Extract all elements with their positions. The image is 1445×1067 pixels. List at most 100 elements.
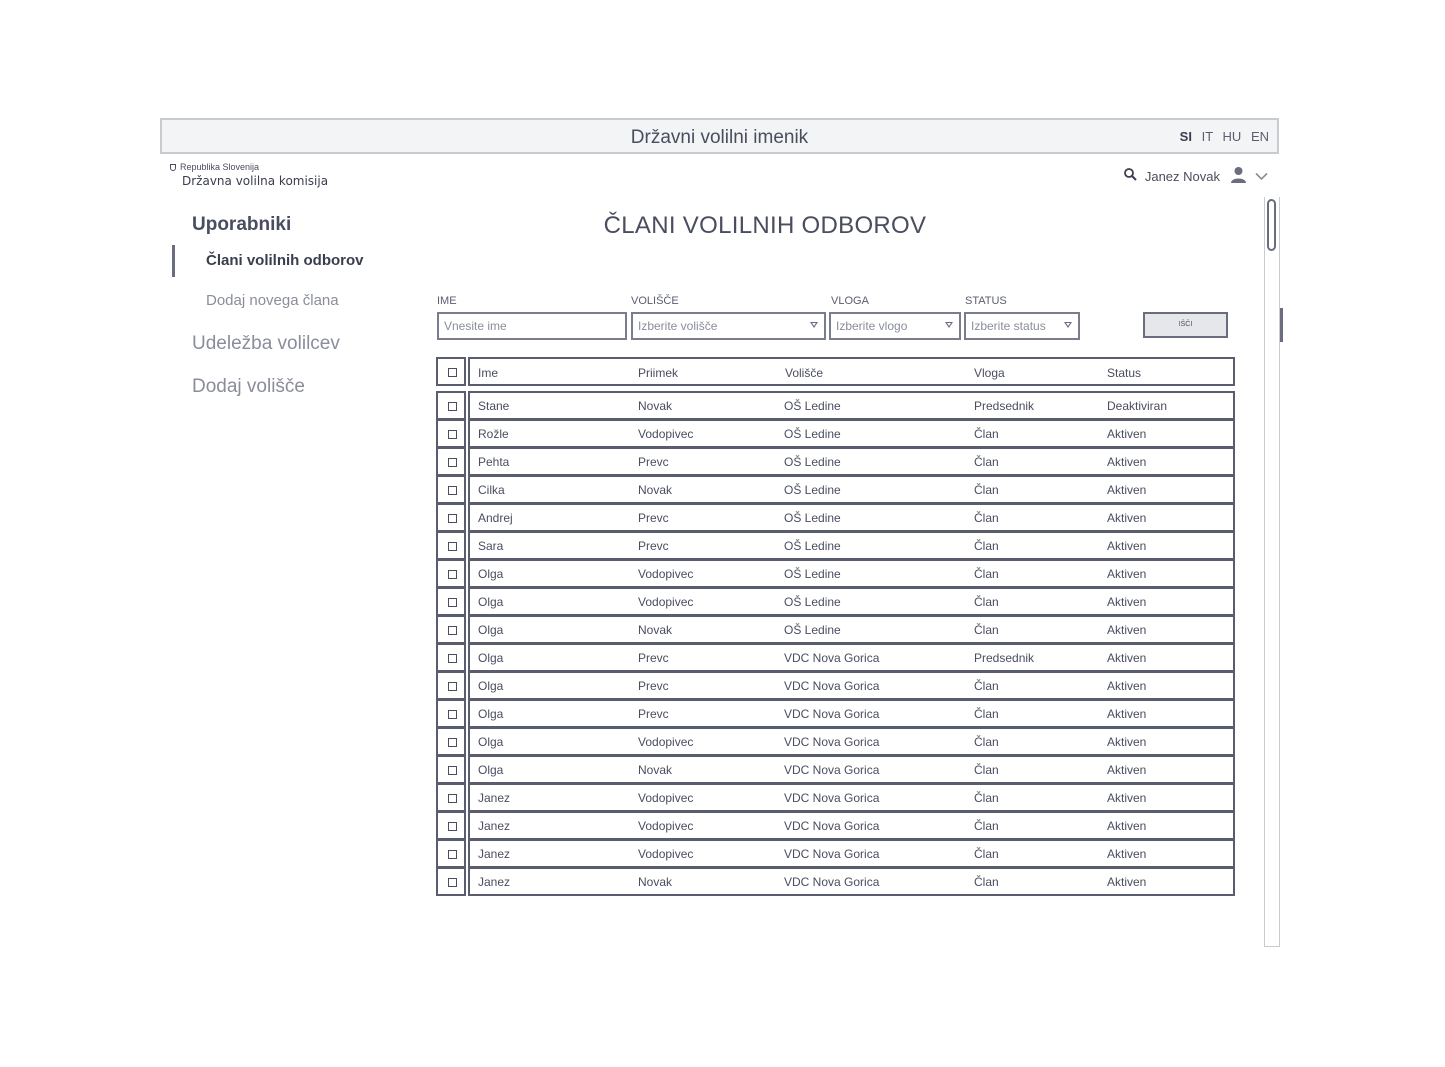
header-first-name[interactable]: Ime [478,366,498,380]
cell-first-name: Olga [478,595,504,609]
sidebar-item-committee-members[interactable]: Člani volilnih odborov [172,245,364,277]
station-select[interactable]: Izberite volišče [631,312,826,340]
lang-hu[interactable]: HU [1223,129,1242,144]
cell-station: OŠ Ledine [784,539,841,553]
header-role[interactable]: Vloga [974,366,1005,380]
row-checkbox[interactable] [448,878,457,887]
select-all-checkbox[interactable] [448,368,457,377]
row-checkbox[interactable] [448,430,457,439]
table-row[interactable]: Cilka Novak OŠ Ledine Član Aktiven [436,475,1235,504]
table-row[interactable]: Janez Novak VDC Nova Gorica Član Aktiven [436,867,1235,896]
row-checkbox[interactable] [448,402,457,411]
user-icon[interactable] [1230,166,1247,186]
table-row[interactable]: Sara Prevc OŠ Ledine Član Aktiven [436,531,1235,560]
search-icon[interactable] [1123,168,1137,184]
sidebar-item-add-member[interactable]: Dodaj novega člana [206,292,339,309]
table-row[interactable]: Janez Vodopivec VDC Nova Gorica Član Aktiven [436,783,1235,812]
row-checkbox[interactable] [448,766,457,775]
table-row[interactable]: Janez Vodopivec VDC Nova Gorica Član Aktiven [436,839,1235,868]
cell-first-name: Sara [478,539,504,553]
row-checkbox[interactable] [448,570,457,579]
cell-status: Aktiven [1107,511,1147,525]
scrollbar-thumb[interactable] [1267,199,1276,251]
header-status[interactable]: Status [1107,366,1141,380]
table-row[interactable]: Olga Prevc VDC Nova Gorica Član Aktiven [436,699,1235,728]
name-filter-field[interactable] [437,312,627,340]
chevron-down-icon[interactable] [1255,169,1268,184]
status-filter-label: STATUS [965,295,1007,307]
table-row[interactable]: Olga Prevc VDC Nova Gorica Član Aktiven [436,671,1235,700]
cell-role: Predsednik [974,399,1035,413]
station-select-value: Izberite volišče [638,319,718,333]
table-row[interactable]: Olga Vodopivec OŠ Ledine Član Aktiven [436,559,1235,588]
cell-role: Član [974,763,999,777]
sidebar-item-turnout[interactable]: Udeležba volilcev [192,333,340,355]
row-checkbox[interactable] [448,598,457,607]
table-row[interactable]: Olga Vodopivec VDC Nova Gorica Član Aktiven [436,727,1235,756]
logo: Republika Slovenija Državna volilna komi… [170,162,328,188]
cell-last-name: Vodopivec [638,735,694,749]
header-last-name[interactable]: Priimek [638,366,678,380]
row-checkbox[interactable] [448,794,457,803]
table-row[interactable]: Janez Vodopivec VDC Nova Gorica Član Aktiven [436,811,1235,840]
name-filter-input[interactable] [444,315,616,337]
cell-status: Aktiven [1107,735,1147,749]
cell-role: Član [974,791,999,805]
cell-station: OŠ Ledine [784,483,841,497]
cell-station: OŠ Ledine [784,567,841,581]
row-checkbox[interactable] [448,682,457,691]
cell-role: Član [974,875,999,889]
role-select[interactable]: Izberite vlogo [829,312,961,340]
table-row[interactable]: Andrej Prevc OŠ Ledine Član Aktiven [436,503,1235,532]
cell-station: OŠ Ledine [784,623,841,637]
header-station[interactable]: Volišče [785,366,823,380]
lang-it[interactable]: IT [1202,129,1213,144]
status-select[interactable]: Izberite status [964,312,1080,340]
table-row[interactable]: Olga Vodopivec OŠ Ledine Član Aktiven [436,587,1235,616]
table-row[interactable]: Pehta Prevc OŠ Ledine Član Aktiven [436,447,1235,476]
cell-role: Član [974,819,999,833]
table-row[interactable]: Rožle Vodopivec OŠ Ledine Član Aktiven [436,419,1235,448]
cell-status: Aktiven [1107,595,1147,609]
table-row[interactable]: Olga Novak OŠ Ledine Član Aktiven [436,615,1235,644]
lang-en[interactable]: EN [1251,129,1269,144]
sidebar-item-users[interactable]: Uporabniki [192,214,291,236]
cell-role: Član [974,567,999,581]
table-row[interactable]: Olga Novak VDC Nova Gorica Član Aktiven [436,755,1235,784]
row-checkbox[interactable] [448,626,457,635]
row-checkbox[interactable] [448,850,457,859]
row-checkbox[interactable] [448,486,457,495]
cell-last-name: Vodopivec [638,847,694,861]
cell-status: Aktiven [1107,651,1147,665]
user-name[interactable]: Janez Novak [1145,169,1220,184]
cell-status: Aktiven [1107,623,1147,637]
cell-last-name: Vodopivec [638,791,694,805]
cell-station: VDC Nova Gorica [784,679,880,693]
cell-role: Član [974,623,999,637]
app-title: Državni volilni imenik [630,127,809,148]
cell-last-name: Vodopivec [638,427,694,441]
search-button[interactable]: IŠČI [1143,312,1228,338]
cell-station: OŠ Ledine [784,455,841,469]
row-checkbox[interactable] [448,514,457,523]
sidebar-item-add-station[interactable]: Dodaj volišče [192,376,305,398]
row-checkbox[interactable] [448,822,457,831]
cell-first-name: Rožle [478,427,509,441]
cell-status: Aktiven [1107,679,1147,693]
table-row[interactable]: Stane Novak OŠ Ledine Predsednik Deaktiviran [436,391,1235,420]
cell-last-name: Prevc [638,511,669,525]
cell-first-name: Olga [478,651,504,665]
table-row[interactable]: Olga Prevc VDC Nova Gorica Predsednik Aktive… [436,643,1235,672]
scrollbar[interactable] [1264,197,1280,947]
row-checkbox[interactable] [448,738,457,747]
row-checkbox[interactable] [448,710,457,719]
row-checkbox[interactable] [448,458,457,467]
lang-si[interactable]: SI [1180,129,1192,144]
cell-last-name: Prevc [638,539,669,553]
cell-last-name: Prevc [638,455,669,469]
cell-station: VDC Nova Gorica [784,763,880,777]
cell-station: OŠ Ledine [784,399,841,413]
cell-last-name: Prevc [638,651,669,665]
row-checkbox[interactable] [448,542,457,551]
row-checkbox[interactable] [448,654,457,663]
